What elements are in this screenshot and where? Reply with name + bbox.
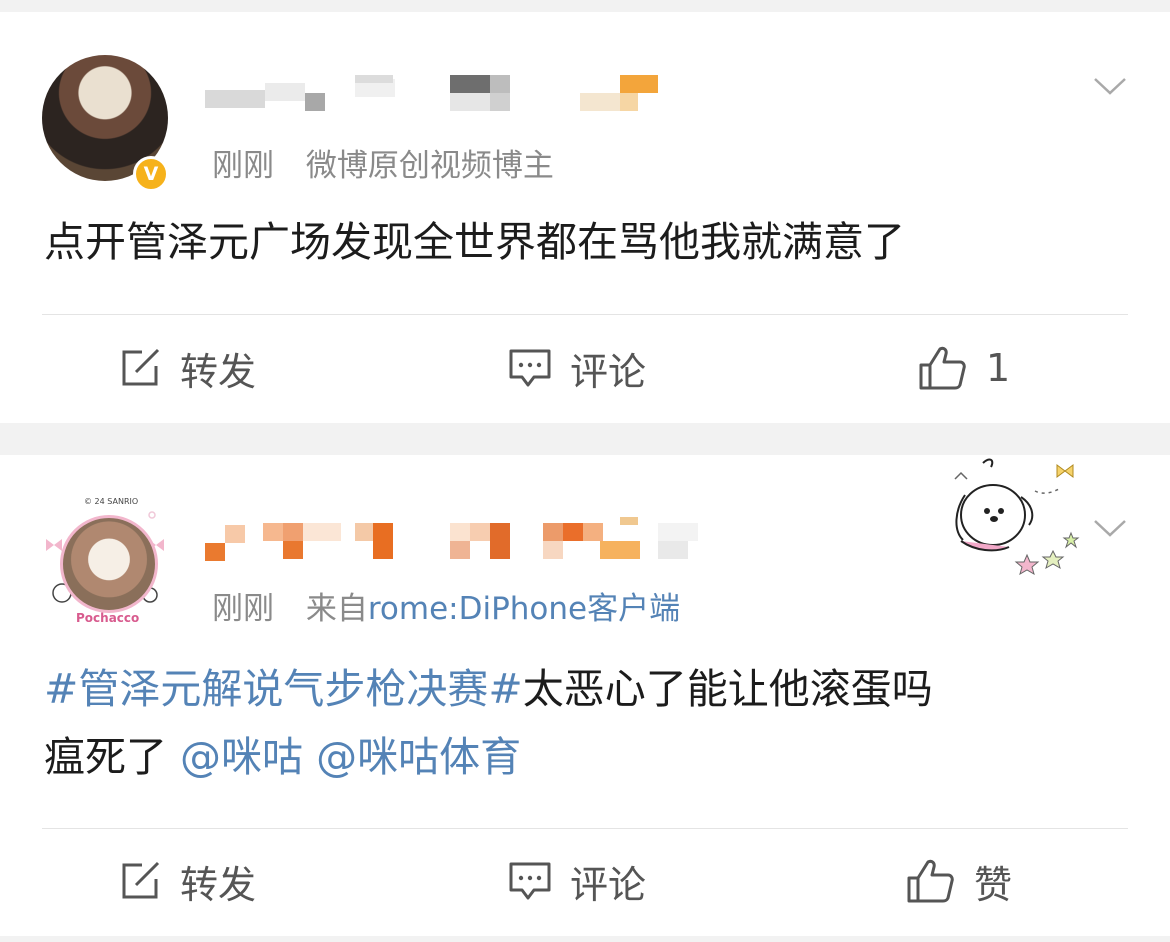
post-meta: 刚刚 微博原创视频博主 — [212, 140, 554, 185]
post-text-line1: 太恶心了能让他滚蛋吗 — [522, 665, 933, 713]
comment-icon — [509, 862, 551, 900]
repost-button[interactable]: 转发 — [120, 851, 256, 911]
divider — [42, 314, 1128, 315]
repost-icon — [122, 861, 160, 899]
repost-label: 转发 — [180, 349, 257, 394]
comment-button[interactable]: 评论 — [508, 851, 646, 911]
chevron-down-icon[interactable] — [1093, 518, 1127, 538]
like-icon — [907, 859, 954, 903]
repost-button[interactable]: 转发 — [120, 338, 256, 398]
post-source-link[interactable]: rome:DiPhone客户端 — [368, 591, 680, 627]
post-time: 刚刚 — [212, 591, 274, 627]
post-source: 微博原创视频博主 — [305, 148, 554, 184]
like-label: 赞 — [974, 862, 1013, 907]
chevron-down-icon[interactable] — [1093, 76, 1127, 96]
post-text-line2: 瘟死了 — [44, 733, 167, 781]
post-content[interactable]: 点开管泽元广场发现全世界都在骂他我就满意了 — [44, 208, 1134, 276]
mention-link[interactable]: @咪咕体育 — [316, 733, 521, 781]
post-time: 刚刚 — [212, 148, 274, 184]
username-blurred[interactable] — [205, 75, 665, 111]
repost-icon — [122, 348, 160, 386]
like-icon — [919, 346, 966, 390]
avatar-photo — [60, 515, 158, 613]
avatar-label: Pochacco — [76, 611, 140, 625]
post-meta: 刚刚 来自rome:DiPhone客户端 — [212, 583, 680, 628]
mention-link[interactable]: @咪咕 — [180, 733, 303, 781]
like-button[interactable]: 1 — [918, 338, 1010, 398]
comment-label: 评论 — [570, 862, 647, 907]
comment-icon — [509, 349, 551, 387]
repost-label: 转发 — [180, 862, 257, 907]
username-blurred[interactable] — [205, 517, 700, 561]
post-content[interactable]: #管泽元解说气步枪决赛#太恶心了能让他滚蛋吗 瘟死了 @咪咕 @咪咕体育 — [44, 655, 1134, 791]
comment-label: 评论 — [570, 349, 647, 394]
divider — [42, 828, 1128, 829]
like-count: 1 — [986, 346, 1011, 390]
user-avatar[interactable]: © 24 SANRIO Pochacco — [40, 495, 170, 625]
post-source-prefix: 来自 — [305, 591, 368, 627]
verified-badge-icon: V — [133, 156, 169, 192]
like-button[interactable]: 赞 — [906, 851, 1012, 911]
post-card-1[interactable]: V 刚刚 微博原创视频博主 点开管泽元广场发现全世界都在骂他我就满意了 转发 评… — [0, 12, 1170, 423]
comment-button[interactable]: 评论 — [508, 338, 646, 398]
post-text: 点开管泽元广场发现全世界都在骂他我就满意了 — [44, 218, 905, 266]
pochacco-sticker-icon — [954, 458, 1080, 575]
topic-link[interactable]: #管泽元解说气步枪决赛# — [44, 665, 523, 713]
